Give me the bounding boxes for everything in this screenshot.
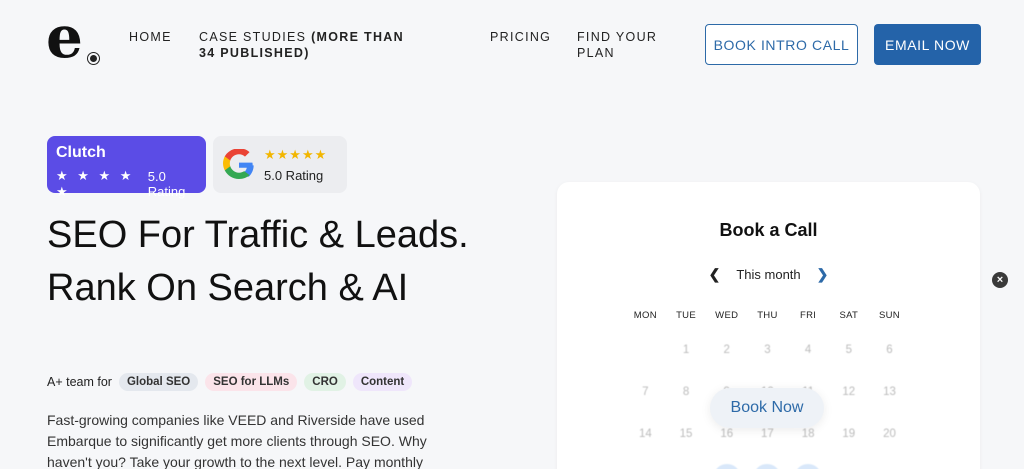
nav-case-studies[interactable]: CASE STUDIES (MORE THAN 34 PUBLISHED) xyxy=(199,29,419,61)
calendar-date: 6 xyxy=(886,344,893,356)
calendar-date: 1 xyxy=(682,344,690,356)
book-now-button[interactable]: Book Now xyxy=(710,388,824,428)
clutch-rating: 5.0 Rating xyxy=(147,169,186,199)
google-badge[interactable]: ★★★★★ 5.0 Rating xyxy=(213,136,347,193)
google-rating: 5.0 Rating xyxy=(264,167,324,183)
weekday-label: SAT xyxy=(839,310,859,321)
calendar-date: 15 xyxy=(679,428,693,440)
email-now-button[interactable]: EMAIL NOW xyxy=(874,24,981,65)
calendar-date: 27 xyxy=(869,464,910,469)
weekday-label: TUE xyxy=(676,310,696,321)
logo-dot-icon xyxy=(88,53,99,64)
calendar-date: 5 xyxy=(845,344,852,356)
booking-title: Book a Call xyxy=(719,220,818,240)
nav-find-your-plan[interactable]: FIND YOUR PLAN xyxy=(577,29,667,61)
team-label: A+ team for xyxy=(47,375,112,389)
month-nav: ❮ This month ❯ xyxy=(557,266,980,283)
hero-headline: SEO For Traffic & Leads. Rank On Search … xyxy=(47,214,469,309)
chevron-left-icon[interactable]: ❮ xyxy=(709,266,721,283)
calendar-date: 14 xyxy=(638,428,652,440)
chip-cro[interactable]: CRO xyxy=(304,373,346,391)
book-intro-call-button[interactable]: BOOK INTRO CALL xyxy=(705,24,858,65)
clutch-badge[interactable]: Clutch ★ ★ ★ ★ ★ 5.0 Rating xyxy=(47,136,206,199)
chevron-right-icon[interactable]: ❯ xyxy=(817,266,829,283)
clutch-name: Clutch xyxy=(56,144,106,161)
weekday-label: MON xyxy=(633,310,657,321)
clutch-stars-icon: ★ ★ ★ ★ ★ xyxy=(56,168,135,199)
chip-global-seo[interactable]: Global SEO xyxy=(118,373,199,391)
calendar-date[interactable]: 23 xyxy=(713,464,740,469)
calendar-date: 12 xyxy=(842,386,856,398)
chip-seo-for-llms[interactable]: SEO for LLMs xyxy=(205,373,298,391)
weekday-label: FRI xyxy=(799,310,817,321)
calendar-date: 7 xyxy=(642,386,649,398)
team-row: A+ team for Global SEO SEO for LLMs CRO … xyxy=(47,373,413,391)
close-icon[interactable]: × xyxy=(992,272,1008,288)
calendar-date: 22 xyxy=(666,464,707,469)
weekday-label: THU xyxy=(757,310,778,321)
calendar-date: 19 xyxy=(842,428,856,440)
google-stars-icon: ★★★★★ xyxy=(264,146,328,162)
weekday-label: SUN xyxy=(878,310,900,321)
hero-description: Fast-growing companies like VEED and Riv… xyxy=(47,412,427,469)
weekday-header: MON TUE WED THU FRI SAT SUN xyxy=(625,310,910,321)
nav-pricing[interactable]: PRICING xyxy=(490,29,551,45)
calendar-date: 20 xyxy=(883,428,896,440)
calendar-date: 13 xyxy=(883,386,896,398)
nav-home[interactable]: HOME xyxy=(129,29,172,45)
logo[interactable]: e xyxy=(46,8,102,68)
calendar-date: 4 xyxy=(804,344,812,356)
calendar-date[interactable]: 25 xyxy=(795,464,822,469)
nav-case-studies-label: CASE STUDIES xyxy=(199,30,307,44)
google-g-icon xyxy=(223,148,254,179)
weekday-label: WED xyxy=(715,310,739,321)
chip-content[interactable]: Content xyxy=(352,373,413,391)
calendar-date[interactable]: 24 xyxy=(754,464,781,469)
calendar-date: 3 xyxy=(764,344,771,356)
calendar-date: 2 xyxy=(723,344,730,356)
month-label: This month xyxy=(736,267,801,282)
logo-letter: e xyxy=(46,3,83,71)
calendar-date: 26 xyxy=(828,464,869,469)
calendar-date: 21 xyxy=(625,464,666,469)
calendar-date: 8 xyxy=(682,386,690,398)
calendar-empty xyxy=(625,338,666,362)
